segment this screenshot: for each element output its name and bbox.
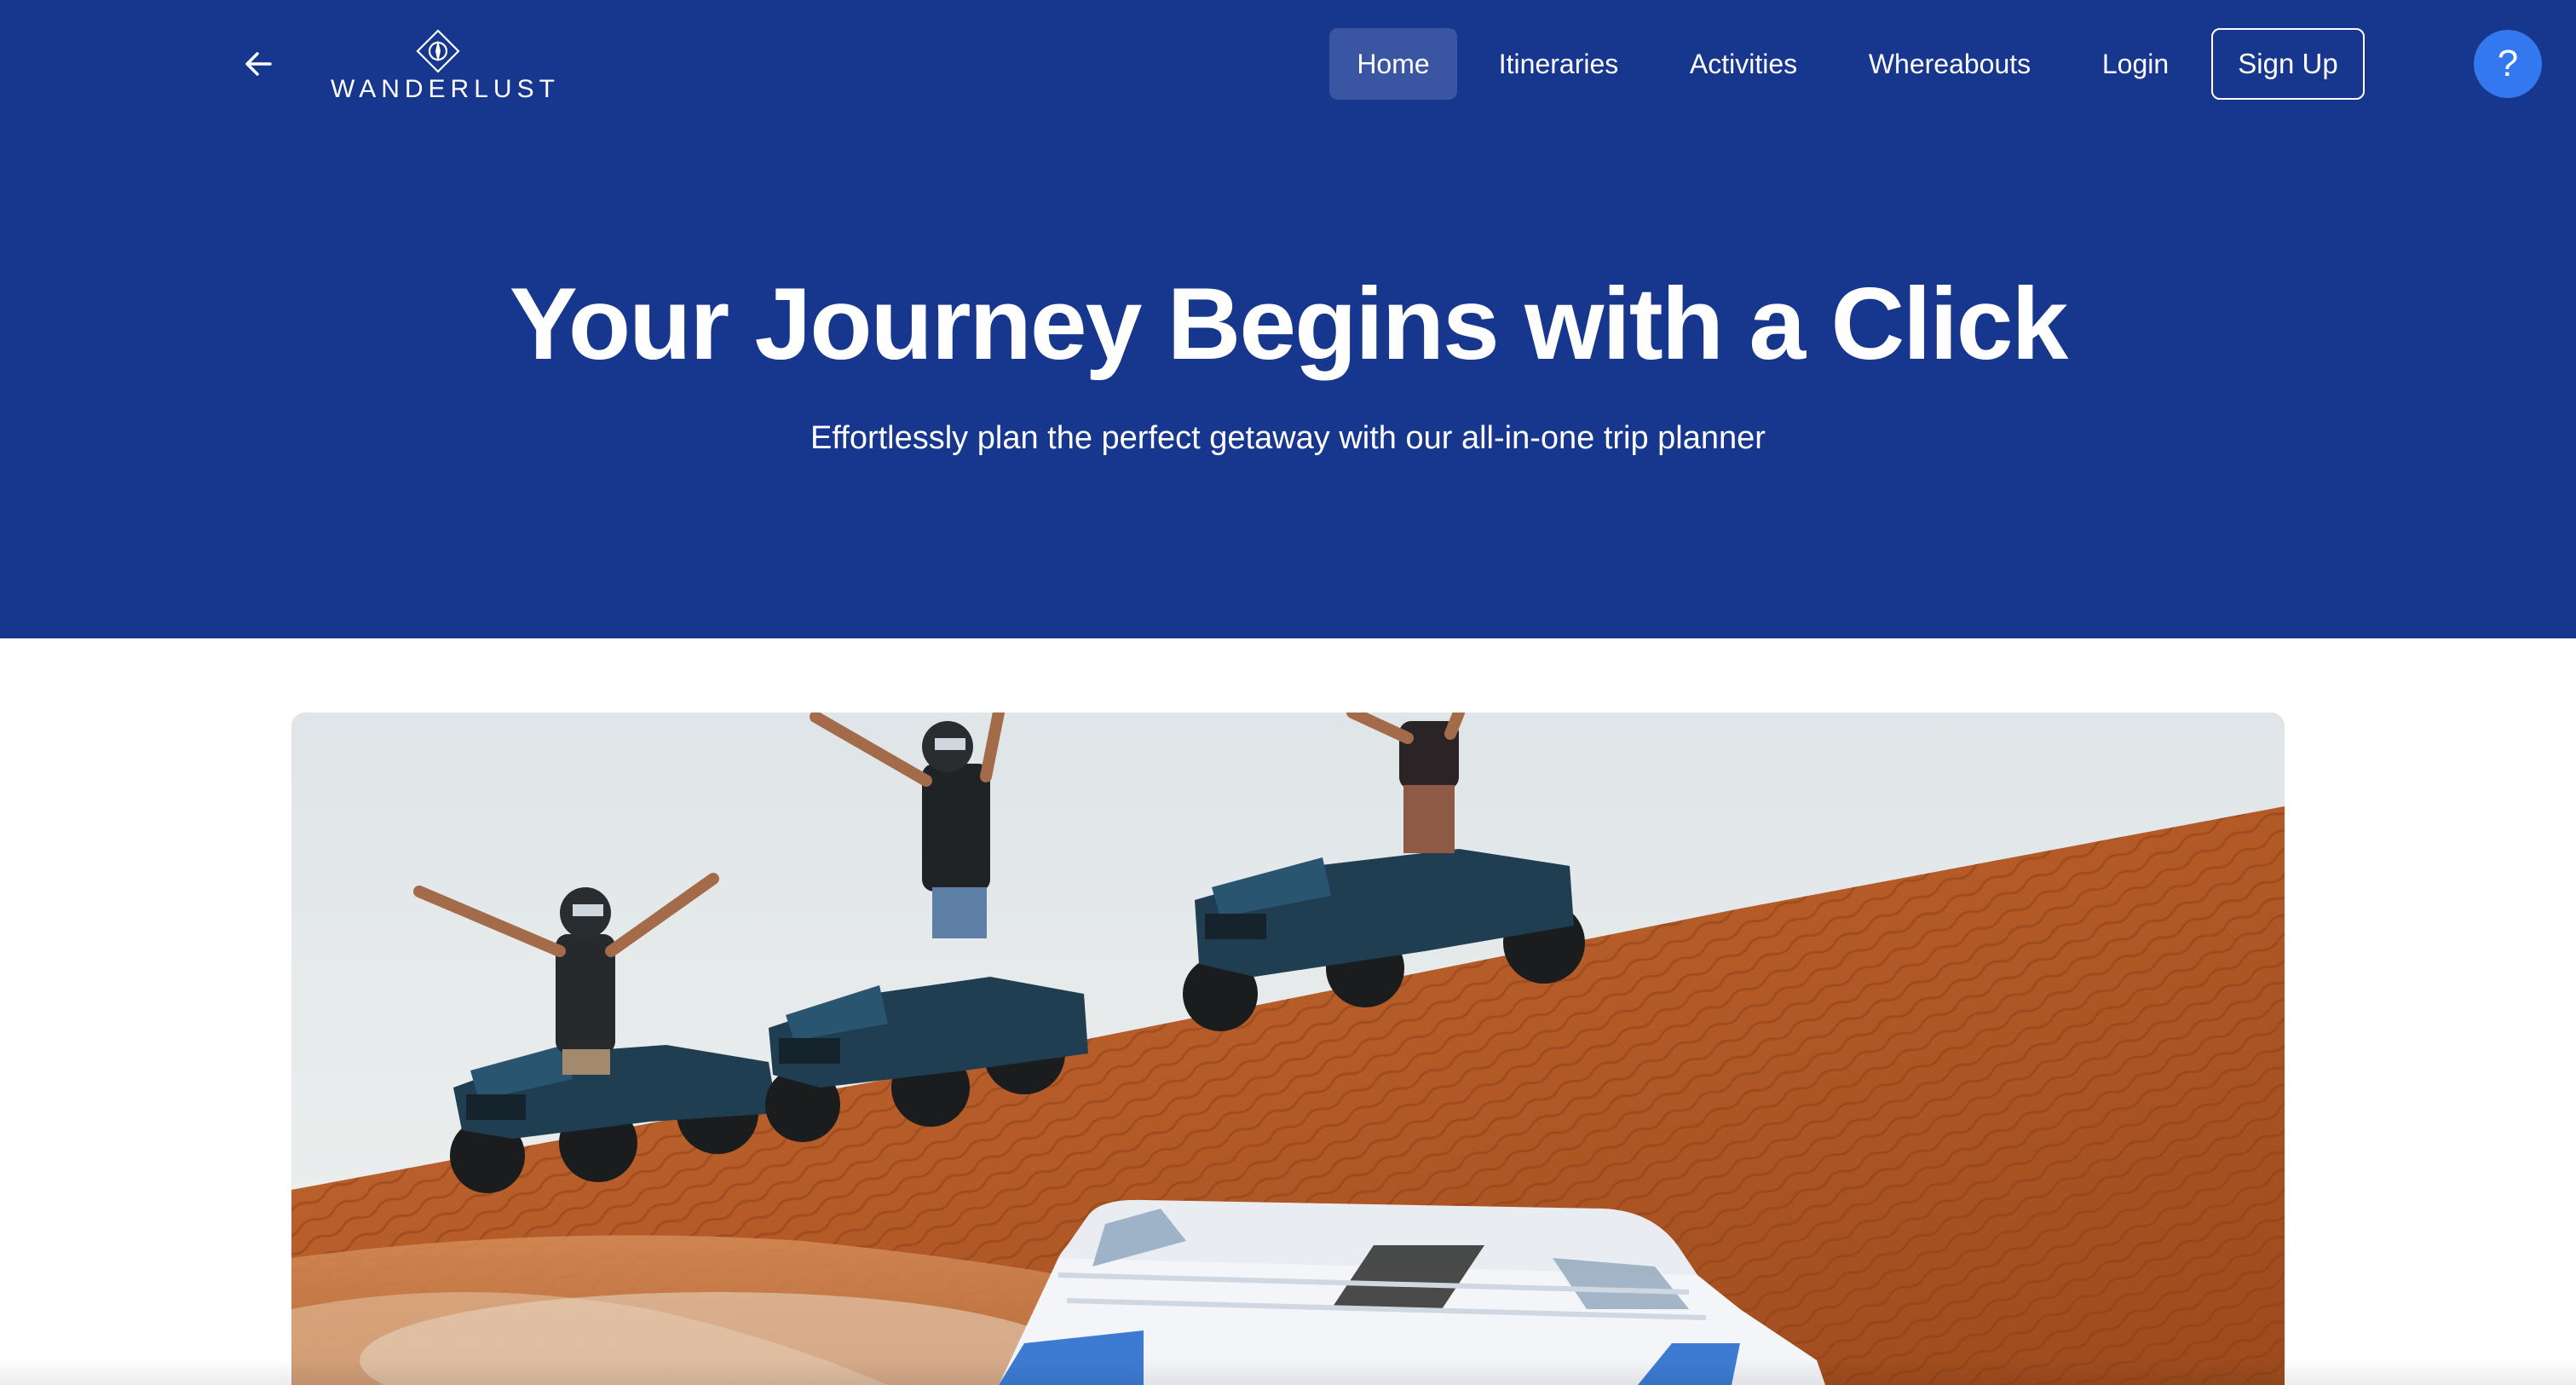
hero-image <box>291 713 2285 1385</box>
signup-button[interactable]: Sign Up <box>2211 28 2365 100</box>
hero-header: WANDERLUST Home Itineraries Activities W… <box>0 0 2576 638</box>
desert-quad-bikes-photo <box>291 713 2285 1385</box>
hero-subtitle: Effortlessly plan the perfect getaway wi… <box>810 420 1766 456</box>
nav-item-whereabouts[interactable]: Whereabouts <box>1854 28 2045 100</box>
nav-item-home[interactable]: Home <box>1329 28 1457 100</box>
help-button[interactable]: ? <box>2474 30 2542 98</box>
nav-item-activities[interactable]: Activities <box>1672 28 1815 100</box>
nav-item-itineraries[interactable]: Itineraries <box>1476 28 1641 100</box>
main-nav: Home Itineraries Activities Whereabouts … <box>0 0 2576 128</box>
hero-title: Your Journey Begins with a Click <box>509 267 2069 381</box>
login-link[interactable]: Login <box>2086 28 2185 100</box>
